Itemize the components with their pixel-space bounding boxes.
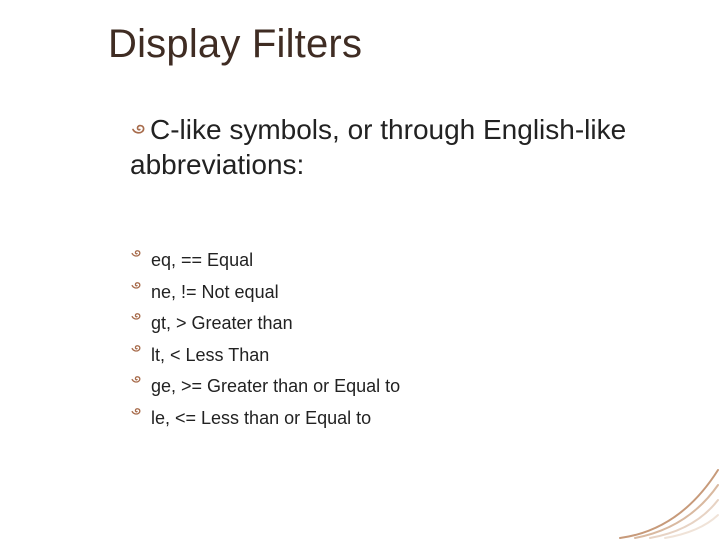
list-item-text: eq, == Equal bbox=[151, 245, 253, 277]
list-item: eq, == Equal bbox=[130, 245, 400, 277]
swirl-bullet-icon bbox=[130, 246, 143, 259]
slide: Display Filters C-like symbols, or throu… bbox=[0, 0, 720, 540]
list-item-text: gt, > Greater than bbox=[151, 308, 293, 340]
operator-list: eq, == Equal ne, != Not equal gt, > Grea… bbox=[130, 245, 400, 434]
swirl-bullet-icon bbox=[130, 278, 143, 291]
list-item: ge, >= Greater than or Equal to bbox=[130, 371, 400, 403]
swirl-bullet-icon bbox=[130, 372, 143, 385]
swirl-bullet-icon bbox=[130, 309, 143, 322]
list-item-text: le, <= Less than or Equal to bbox=[151, 403, 371, 435]
list-item-text: lt, < Less Than bbox=[151, 340, 269, 372]
list-item-text: ge, >= Greater than or Equal to bbox=[151, 371, 400, 403]
swirl-bullet-icon bbox=[130, 404, 143, 417]
intro-text: C-like symbols, or through English-like … bbox=[130, 114, 626, 180]
corner-decoration-icon bbox=[600, 430, 720, 540]
swirl-bullet-icon bbox=[130, 119, 148, 137]
list-item: gt, > Greater than bbox=[130, 308, 400, 340]
list-item-text: ne, != Not equal bbox=[151, 277, 279, 309]
slide-title: Display Filters bbox=[108, 22, 362, 67]
swirl-bullet-icon bbox=[130, 341, 143, 354]
list-item: lt, < Less Than bbox=[130, 340, 400, 372]
intro-line: C-like symbols, or through English-like … bbox=[130, 112, 650, 182]
list-item: le, <= Less than or Equal to bbox=[130, 403, 400, 435]
list-item: ne, != Not equal bbox=[130, 277, 400, 309]
